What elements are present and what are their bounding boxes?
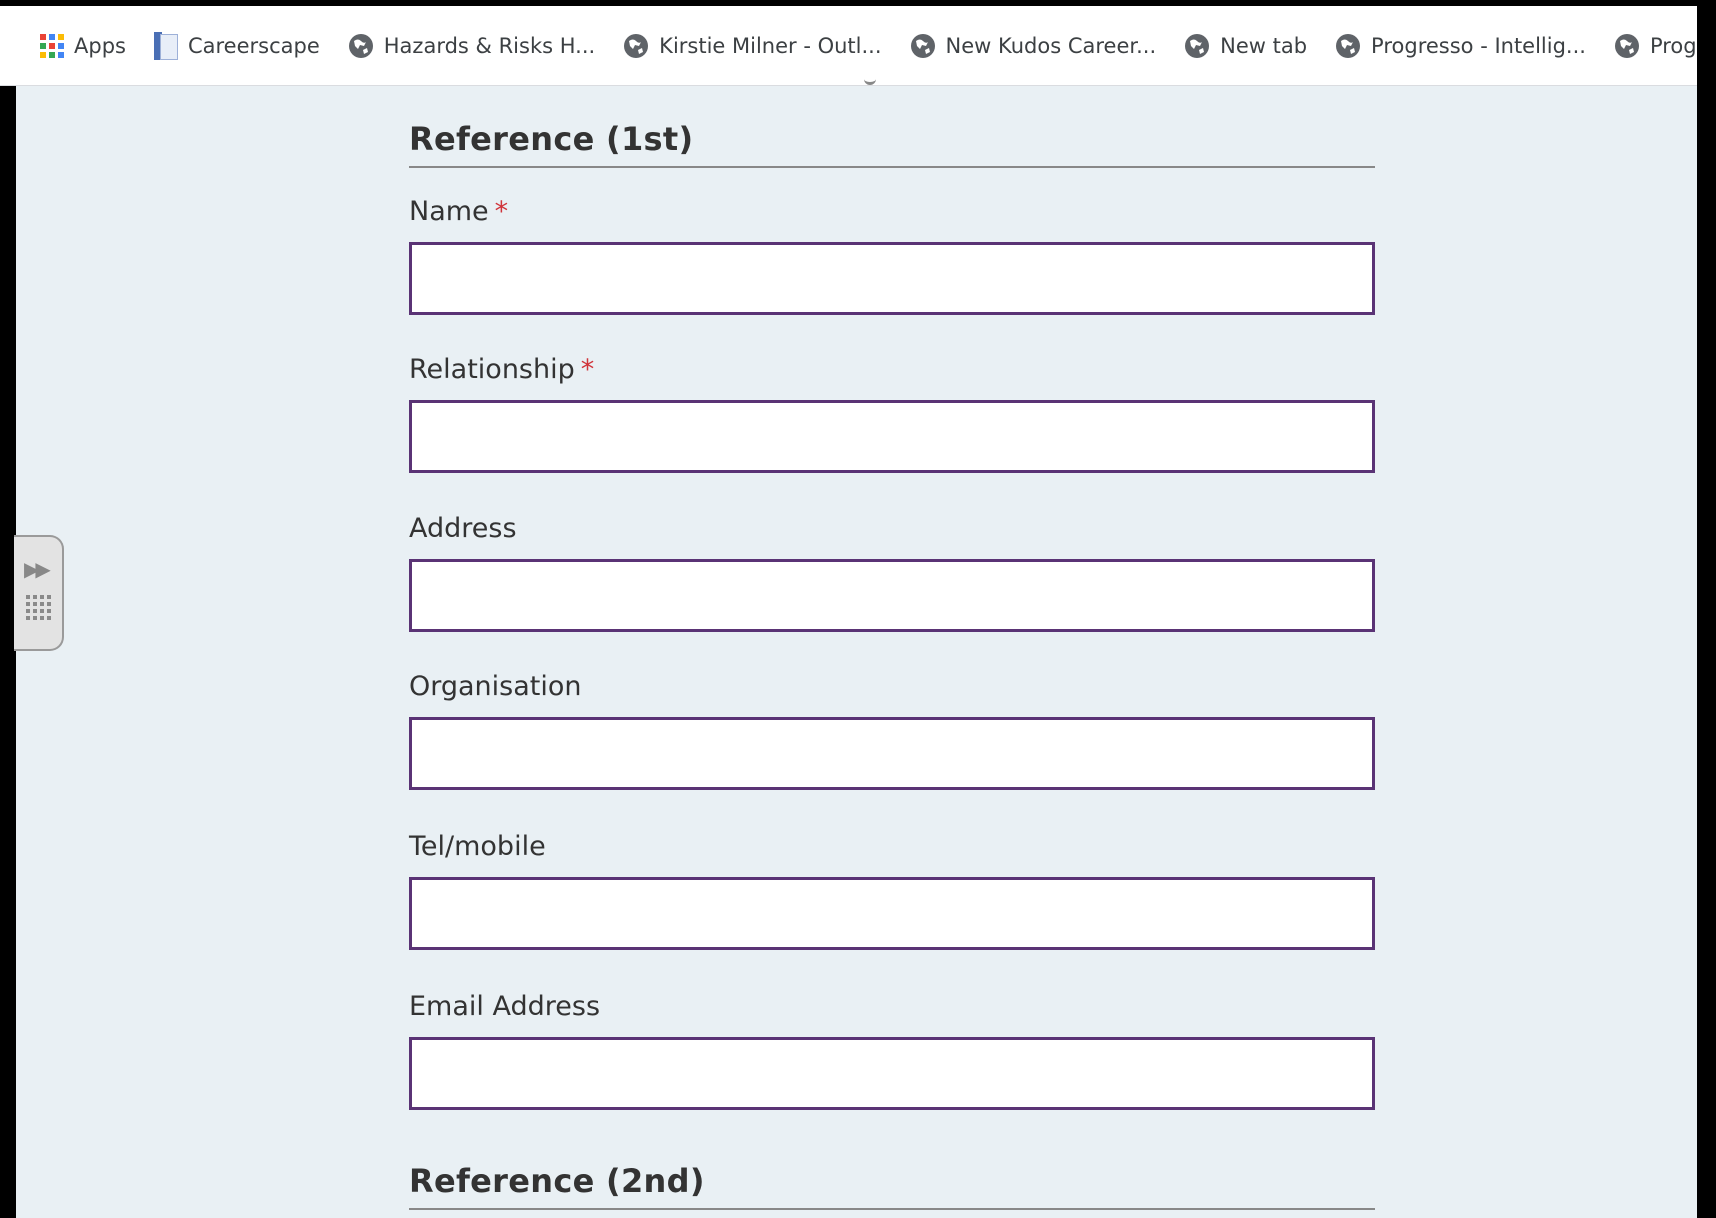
- tel-mobile-input[interactable]: [409, 877, 1375, 950]
- globe-icon: [1185, 33, 1210, 58]
- globe-icon: [624, 33, 649, 58]
- tel-mobile-label: Tel/mobile: [409, 831, 546, 862]
- bookmark-prog-truncated[interactable]: Prog: [1614, 26, 1697, 66]
- page-content: Reference (1st) Name * Relationship * Addr…: [0, 82, 1697, 1218]
- side-panel-handle[interactable]: ▶▶: [14, 535, 64, 651]
- address-label: Address: [409, 513, 517, 544]
- email-address-input[interactable]: [409, 1037, 1375, 1110]
- relationship-label: Relationship *: [409, 354, 1375, 390]
- bookmark-label: Kirstie Milner - Outl...: [659, 33, 882, 58]
- relationship-label-text: Relationship: [409, 354, 575, 385]
- bookmark-hazards-risks[interactable]: Hazards & Risks H...: [348, 26, 595, 66]
- globe-icon: [910, 33, 935, 58]
- relationship-field-group: Relationship *: [409, 354, 1375, 473]
- bookmark-label: Progresso - Intellig...: [1371, 33, 1586, 58]
- bookmark-new-tab[interactable]: New tab: [1184, 26, 1307, 66]
- bookmarks-bar: Apps Careerscape Hazards & Risks H... Ki…: [0, 0, 1697, 86]
- bookmark-new-kudos[interactable]: New Kudos Career...: [910, 26, 1157, 66]
- bookmark-apps[interactable]: Apps: [40, 26, 126, 66]
- left-edge: [0, 86, 16, 1218]
- organisation-field-group: Organisation: [409, 671, 1375, 790]
- document-icon: [153, 31, 178, 60]
- grip-icon: [26, 595, 51, 620]
- bookmark-label: Prog: [1649, 33, 1697, 58]
- required-marker: *: [494, 196, 509, 227]
- relationship-input[interactable]: [409, 400, 1375, 473]
- required-marker: *: [580, 354, 595, 385]
- bookmark-label: New tab: [1220, 33, 1308, 58]
- address-field-group: Address: [409, 513, 1375, 632]
- name-input[interactable]: [409, 242, 1375, 315]
- name-field-group: Name *: [409, 196, 1375, 315]
- email-address-label: Email Address: [409, 991, 601, 1022]
- globe-icon: [1336, 33, 1361, 58]
- globe-icon: [1614, 33, 1639, 58]
- name-label: Name *: [409, 196, 1375, 232]
- email-field-group: Email Address: [409, 991, 1375, 1110]
- organisation-label: Organisation: [409, 671, 582, 702]
- double-chevron-right-icon: ▶▶: [24, 559, 51, 581]
- bookmark-label: Apps: [74, 33, 126, 58]
- bookmark-progresso[interactable]: Progresso - Intellig...: [1335, 26, 1586, 66]
- bookmark-kirstie-milner[interactable]: Kirstie Milner - Outl...: [623, 26, 882, 66]
- bookmark-label: New Kudos Career...: [945, 33, 1157, 58]
- bookmark-careerscape[interactable]: Careerscape: [153, 26, 320, 66]
- bookmark-label: Hazards & Risks H...: [383, 33, 596, 58]
- reference-2nd-title: Reference (2nd): [409, 1162, 1375, 1210]
- name-label-text: Name: [409, 196, 489, 227]
- address-input[interactable]: [409, 559, 1375, 632]
- tel-mobile-field-group: Tel/mobile: [409, 831, 1375, 950]
- reference-2nd-wrapper: Reference (2nd): [409, 1162, 1375, 1210]
- reference-1st-title: Reference (1st): [409, 120, 1375, 168]
- globe-icon: [348, 33, 373, 58]
- right-edge: [1697, 0, 1716, 1218]
- organisation-input[interactable]: [409, 717, 1375, 790]
- apps-grid-icon: [40, 33, 64, 58]
- bookmark-label: Careerscape: [187, 33, 320, 58]
